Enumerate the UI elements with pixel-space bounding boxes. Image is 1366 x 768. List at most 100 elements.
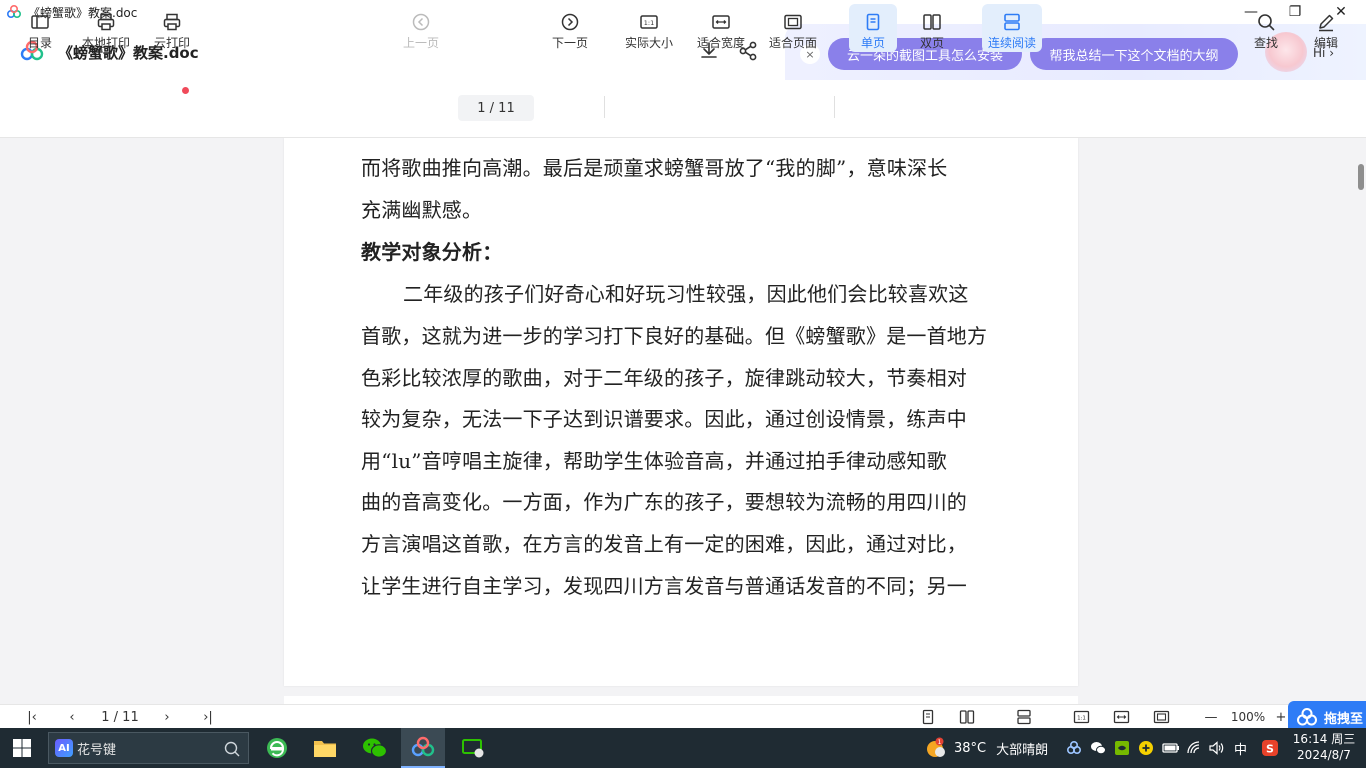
double-page-icon <box>923 14 941 30</box>
find-button[interactable]: 查找 <box>1248 0 1284 58</box>
fit-width-button[interactable]: 适合宽度 <box>694 0 748 58</box>
svg-text:1:1: 1:1 <box>644 19 654 27</box>
zoom-level[interactable]: 100% <box>1228 708 1268 726</box>
netdisk-logo-icon <box>1297 708 1317 726</box>
sogou-ime-icon[interactable]: S <box>1261 739 1279 757</box>
taskbar-browser-app[interactable] <box>255 728 299 768</box>
temperature-label: 38°C <box>954 740 987 756</box>
vertical-scrollbar[interactable] <box>1356 138 1366 704</box>
toolbar-divider <box>834 96 835 118</box>
paragraph-line: 方言演唱这首歌，在方言的发音上有一定的困难，因此，通过对比， <box>361 532 967 556</box>
status-bar: |‹ ‹ 1 / 11 › ›| 1:1 — 100% + <box>0 704 1366 728</box>
local-print-button[interactable]: 本地打印 <box>78 0 134 58</box>
printer-icon <box>97 13 115 31</box>
single-page-icon <box>866 13 880 31</box>
fit-width-icon <box>712 15 730 29</box>
document-page: 而将歌曲推向高潮。最后是顽童求螃蟹哥放了“我的脚”，意味深长 充满幽默感。 教学… <box>284 138 1078 686</box>
status-double-page-icon[interactable] <box>959 709 975 725</box>
windows-taskbar: AI 花号键 1 38°C 大部晴朗 中 S 16:14 周三 2024/8/7 <box>0 728 1366 768</box>
status-actual-size-icon[interactable]: 1:1 <box>1073 709 1090 725</box>
section-heading: 教学对象分析： <box>361 240 503 264</box>
status-single-page-icon[interactable] <box>920 709 936 725</box>
svg-text:S: S <box>1266 743 1274 756</box>
toolbar-divider <box>604 96 605 118</box>
paragraph-line: 色彩比较浓厚的歌曲，对于二年级的孩子，旋律跳动较大，节奏相对 <box>361 366 967 390</box>
toc-button[interactable]: 目录 <box>20 0 60 58</box>
single-page-button[interactable]: 单页 <box>849 4 897 52</box>
windows-start-icon[interactable] <box>12 738 32 758</box>
paragraph-line: 曲的音高变化。一方面，作为广东的孩子，要想较为流畅的用四川的 <box>361 490 967 514</box>
zoom-in-button[interactable]: + <box>1274 708 1288 726</box>
taskbar-search-box[interactable]: AI 花号键 <box>48 732 249 764</box>
status-continuous-icon[interactable] <box>1016 709 1032 725</box>
first-page-button[interactable]: |‹ <box>22 708 42 726</box>
zoom-out-button[interactable]: — <box>1202 708 1220 726</box>
netdisk-icon <box>411 736 435 757</box>
document-viewport[interactable]: 而将歌曲推向高潮。最后是顽童求螃蟹哥放了“我的脚”，意味深长 充满幽默感。 教学… <box>0 138 1356 704</box>
prev-circle-icon <box>412 13 430 31</box>
paragraph-line: 让学生进行自主学习，发现四川方言发音与普通话发音的不同；另一 <box>361 574 967 598</box>
weather-label: 大部晴朗 <box>996 742 1049 758</box>
svg-text:1: 1 <box>938 739 942 746</box>
actual-size-icon: 1:1 <box>640 15 658 29</box>
tray-wechat-icon[interactable] <box>1090 740 1106 756</box>
title-bar: 《螃蟹歌》教案.doc <box>0 0 1366 24</box>
battery-icon[interactable] <box>1162 740 1180 756</box>
wifi-icon[interactable] <box>1186 740 1202 756</box>
actual-size-button[interactable]: 1:1 实际大小 <box>622 0 676 58</box>
ai-badge-icon: AI <box>55 739 73 757</box>
search-icon <box>1258 14 1275 31</box>
edit-button[interactable]: 编辑 <box>1308 0 1344 58</box>
weather-sun-icon: 1 <box>927 737 945 757</box>
next-circle-icon <box>561 13 579 31</box>
taskbar-file-explorer-app[interactable] <box>303 728 347 768</box>
system-clock[interactable]: 16:14 周三 2024/8/7 <box>1290 731 1358 763</box>
cloud-printer-icon <box>163 13 181 31</box>
continuous-reading-button[interactable]: 连续阅读 <box>982 4 1042 52</box>
status-page-indicator[interactable]: 1 / 11 <box>94 708 146 726</box>
weather-widget[interactable]: 1 38°C 大部晴朗 <box>924 728 1048 768</box>
taskbar-screen-app[interactable] <box>451 728 495 768</box>
next-document-page <box>284 696 1078 704</box>
paragraph-line: 而将歌曲推向高潮。最后是顽童求螃蟹哥放了“我的脚”，意味深长 <box>361 156 948 180</box>
ai-suggestion-chip-summary[interactable]: 帮我总结一下这个文档的大纲 <box>1030 38 1238 70</box>
prev-page-button[interactable]: 上一页 <box>398 0 444 58</box>
folder-icon <box>314 741 336 757</box>
toc-icon <box>31 15 49 29</box>
clock-date: 2024/8/7 <box>1297 748 1351 762</box>
paragraph-line: 首歌，这就为进一步的学习打下良好的基础。但《螃蟹歌》是一首地方 <box>361 324 988 348</box>
fit-page-icon <box>784 14 802 30</box>
status-fit-width-icon[interactable] <box>1113 709 1130 725</box>
viewer-toolbar <box>0 80 1366 138</box>
search-box-text: 花号键 <box>77 742 117 758</box>
cloud-print-button[interactable]: 云打印 <box>148 0 196 58</box>
ime-indicator[interactable]: 中 <box>1234 728 1247 768</box>
taskbar-wechat-app[interactable] <box>353 728 397 768</box>
browser-icon <box>267 738 287 758</box>
status-fit-page-icon[interactable] <box>1153 709 1170 725</box>
status-prev-page-button[interactable]: ‹ <box>62 708 82 726</box>
search-icon <box>224 741 240 757</box>
wechat-icon <box>363 738 388 758</box>
tray-nvidia-icon[interactable] <box>1114 740 1130 756</box>
svg-text:1:1: 1:1 <box>1077 716 1086 722</box>
last-page-button[interactable]: ›| <box>197 708 219 726</box>
tray-netdisk-icon[interactable] <box>1066 740 1082 756</box>
page-number-input[interactable]: 1 / 11 <box>458 95 534 121</box>
volume-icon[interactable] <box>1208 740 1224 756</box>
next-page-button[interactable]: 下一页 <box>548 0 592 58</box>
fit-page-button[interactable]: 适合页面 <box>766 0 820 58</box>
tray-plus-icon[interactable] <box>1138 740 1154 756</box>
clock-time: 16:14 周三 <box>1292 732 1356 746</box>
taskbar-netdisk-app[interactable] <box>401 728 445 768</box>
paragraph-line: 二年级的孩子们好奇心和好玩习性较强，因此他们会比较喜欢这 <box>403 282 969 306</box>
status-next-page-button[interactable]: › <box>157 708 177 726</box>
scrollbar-thumb[interactable] <box>1358 164 1364 190</box>
notification-dot <box>182 87 189 94</box>
pen-icon <box>1319 14 1334 32</box>
screen-recorder-icon <box>462 739 484 758</box>
double-page-button[interactable]: 双页 <box>910 0 954 58</box>
continuous-reading-icon <box>1004 13 1020 31</box>
paragraph-line: 充满幽默感。 <box>361 198 483 222</box>
paragraph-line: 较为复杂，无法一下子达到识谱要求。因此，通过创设情景，练声中 <box>361 407 967 431</box>
